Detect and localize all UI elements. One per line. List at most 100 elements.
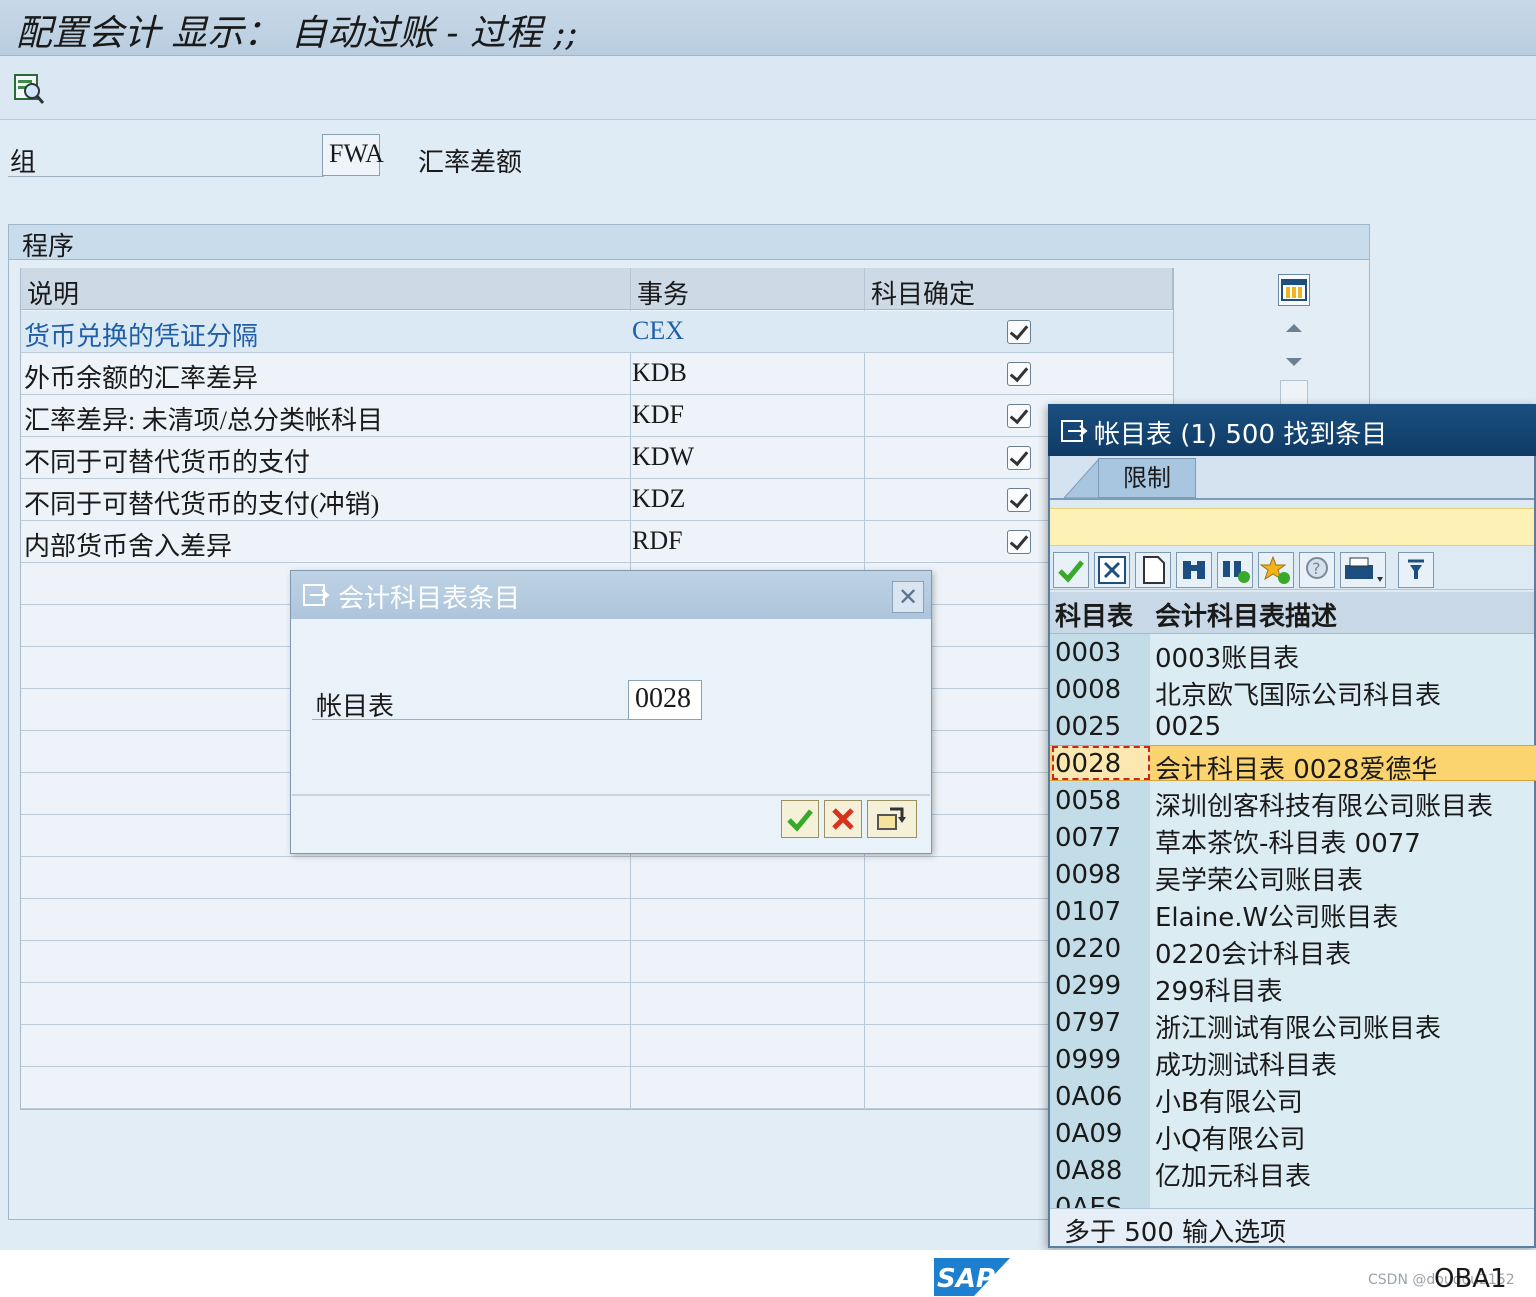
dialog-cancel-button[interactable] (824, 800, 862, 838)
tab-restrictions[interactable]: 限制 (1098, 458, 1196, 498)
filter-button[interactable] (1398, 552, 1434, 588)
list-item-description[interactable]: 299科目表 (1155, 971, 1283, 1008)
add-favorite-button[interactable] (1258, 552, 1294, 588)
display-object-icon[interactable] (12, 72, 46, 106)
column-header-chart-description[interactable]: 会计科目表描述 (1155, 596, 1337, 633)
dialog-close-button[interactable]: ✕ (892, 581, 924, 613)
list-item-key[interactable]: 0A88 (1055, 1156, 1122, 1186)
list-item-key[interactable]: 0797 (1055, 1008, 1121, 1038)
list-item-description[interactable]: 浙江测试有限公司账目表 (1155, 1008, 1441, 1045)
list-item-description[interactable]: 0220会计科目表 (1155, 934, 1351, 971)
empty-table-row[interactable] (21, 1025, 1173, 1067)
filter-icon (1408, 559, 1424, 579)
list-item-description[interactable]: 小Q有限公司 (1155, 1119, 1305, 1156)
find-button[interactable] (1176, 552, 1212, 588)
empty-table-row[interactable] (21, 941, 1173, 983)
status-bar (0, 1250, 1536, 1297)
row-description: 不同于可替代货币的支付(冲销) (24, 490, 380, 519)
cancel-x-icon (832, 808, 854, 830)
row-description-link[interactable]: 货币兑换的凭证分隔 (24, 316, 258, 353)
row-description: 不同于可替代货币的支付 (24, 448, 311, 477)
list-item-key[interactable]: 0299 (1055, 971, 1121, 1001)
list-item-key[interactable]: 0220 (1055, 934, 1121, 964)
printer-icon (1345, 557, 1383, 582)
dialog-confirm-button[interactable] (781, 800, 819, 838)
list-item-key[interactable]: 0058 (1055, 786, 1121, 816)
list-item-description[interactable]: 0003账目表 (1155, 638, 1299, 675)
star-add-icon (1259, 555, 1290, 584)
list-item-key[interactable]: 0077 (1055, 823, 1121, 853)
empty-table-row[interactable] (21, 857, 1173, 899)
column-configuration-icon[interactable] (1278, 274, 1310, 306)
empty-table-row[interactable] (21, 983, 1173, 1025)
column-header-chart-key[interactable]: 科目表 (1055, 596, 1133, 633)
print-button[interactable] (1340, 552, 1386, 588)
list-item-key[interactable]: 0008 (1055, 675, 1121, 705)
list-item-description[interactable]: 0025 (1155, 712, 1221, 742)
account-determination-checkbox[interactable] (1007, 530, 1031, 554)
row-description: 汇率差异: 未清项/总分类帐科目 (24, 406, 383, 435)
row-description: 内部货币舍入差异 (24, 532, 233, 561)
find-next-button[interactable] (1217, 552, 1253, 588)
find-next-icon (1223, 561, 1250, 583)
dialog-continue-button[interactable] (867, 800, 917, 838)
column-header-account-determination[interactable]: 科目确定 (865, 268, 1173, 310)
list-item-key[interactable]: 0A09 (1055, 1119, 1122, 1149)
list-item-description[interactable]: 会计科目表 0028爱德华 (1155, 749, 1437, 786)
column-header-transaction[interactable]: 事务 (631, 268, 865, 310)
popup-status-text: 多于 500 输入选项 (1064, 1218, 1287, 1248)
popup-title: 帐目表 (1) 500 找到条目 (1094, 420, 1388, 450)
list-item-description[interactable]: 北京欧飞国际公司科目表 (1155, 675, 1441, 712)
list-item-description[interactable]: Elaine.W公司账目表 (1155, 897, 1398, 934)
window-title: 配置会计 显示： 自动过账 - 过程 ;; (16, 13, 578, 54)
list-item-description[interactable]: 草本茶饮-科目表 0077 (1155, 823, 1421, 860)
binoculars-icon (1183, 561, 1205, 579)
procedures-panel-title: 程序 (22, 232, 75, 261)
account-determination-checkbox[interactable] (1007, 488, 1031, 512)
restrictions-bar[interactable] (1050, 508, 1534, 546)
account-determination-checkbox[interactable] (1007, 446, 1031, 470)
export-arrow-icon (877, 807, 906, 830)
checkmark-icon (787, 809, 813, 832)
account-determination-checkbox[interactable] (1007, 320, 1031, 344)
new-document-button[interactable] (1135, 552, 1171, 588)
help-icon: ? (1306, 557, 1328, 579)
row-transaction: KDF (632, 400, 685, 429)
list-item-description[interactable]: 小B有限公司 (1155, 1082, 1303, 1119)
group-label: 组 (10, 148, 37, 177)
list-item-description[interactable]: 深圳创客科技有限公司账目表 (1155, 786, 1493, 823)
group-field[interactable]: FWA (322, 134, 384, 176)
list-item-key[interactable]: 0025 (1055, 712, 1121, 742)
list-item-key[interactable]: 0999 (1055, 1045, 1121, 1075)
tab-underline (1050, 498, 1534, 500)
account-determination-checkbox[interactable] (1007, 362, 1031, 386)
svg-text:?: ? (1312, 559, 1321, 578)
checkmark-icon (1058, 560, 1084, 583)
scroll-up-icon[interactable] (1280, 314, 1308, 344)
empty-table-row[interactable] (21, 899, 1173, 941)
popup-cancel-button[interactable] (1094, 552, 1130, 588)
list-item-key[interactable]: 0003 (1055, 638, 1121, 668)
row-description: 外币余额的汇率差异 (24, 364, 259, 393)
transaction-code: OBA1 (1434, 1264, 1507, 1294)
list-item-description[interactable]: 吴学荣公司账目表 (1155, 860, 1363, 897)
help-button[interactable]: ? (1299, 552, 1335, 588)
popup-window-icon (1060, 418, 1088, 444)
tab-decoration (1062, 458, 1101, 499)
popup-confirm-button[interactable] (1053, 552, 1089, 588)
dialog-separator (292, 794, 930, 796)
list-item-description[interactable]: 成功测试科目表 (1155, 1045, 1337, 1082)
list-item-key[interactable]: 0A06 (1055, 1082, 1122, 1112)
list-item-key[interactable]: 0AES (1055, 1193, 1122, 1208)
list-item-key[interactable]: 0028 (1055, 749, 1121, 779)
list-item-description[interactable]: 亿加元科目表 (1155, 1156, 1311, 1193)
scroll-down-icon[interactable] (1280, 346, 1308, 376)
row-transaction: KDB (632, 358, 687, 387)
list-item-key[interactable]: 0098 (1055, 860, 1121, 890)
account-determination-checkbox[interactable] (1007, 404, 1031, 428)
chart-of-accounts-input[interactable]: 0028 (628, 680, 702, 720)
column-header-description[interactable]: 说明 (21, 268, 631, 310)
row-transaction-link[interactable]: CEX (632, 316, 684, 346)
empty-table-row[interactable] (21, 1067, 1173, 1109)
list-item-key[interactable]: 0107 (1055, 897, 1121, 927)
